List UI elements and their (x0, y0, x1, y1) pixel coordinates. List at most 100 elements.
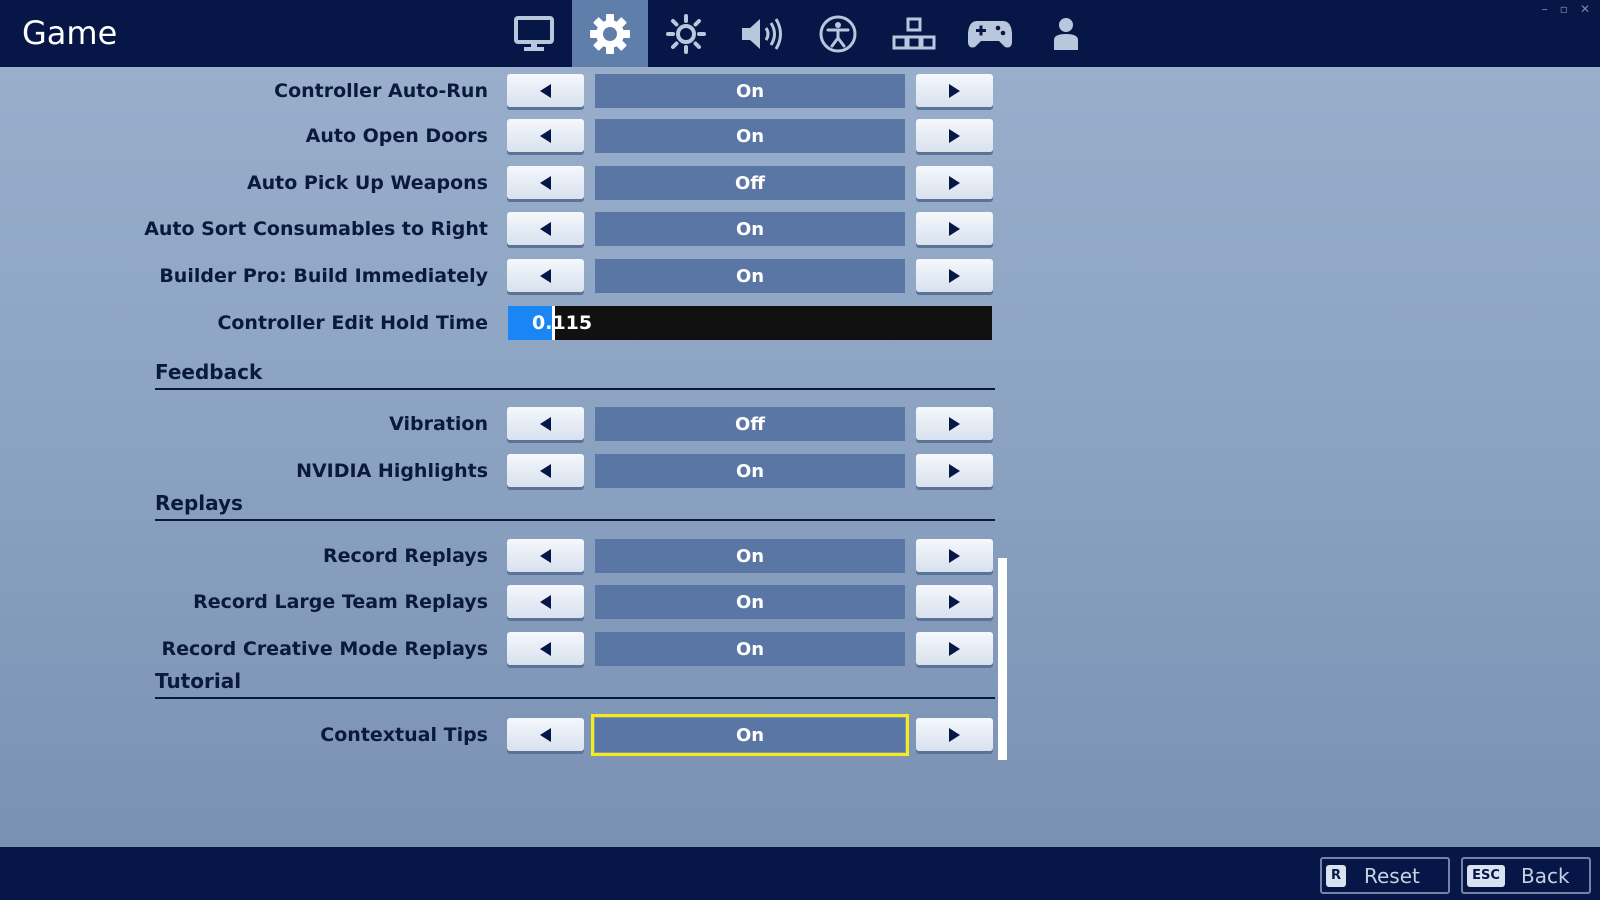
setting-label: Vibration (389, 413, 488, 435)
setting-label: Contextual Tips (320, 724, 488, 746)
next-option-button[interactable] (916, 407, 993, 440)
prev-option-button[interactable] (507, 585, 584, 618)
tab-accessibility[interactable] (800, 0, 876, 67)
tab-audio[interactable] (724, 0, 800, 67)
section-title: Replays (155, 491, 243, 515)
prev-option-button[interactable] (507, 632, 584, 665)
minimize-icon[interactable]: – (1542, 2, 1548, 16)
setting-label: Builder Pro: Build Immediately (159, 265, 488, 287)
next-option-button[interactable] (916, 632, 993, 665)
prev-option-button[interactable] (507, 119, 584, 152)
section-replays: Replays (155, 485, 995, 521)
next-option-button[interactable] (916, 119, 993, 152)
setting-auto-open-doors: Auto Open Doors On (0, 118, 1000, 154)
next-option-button[interactable] (916, 74, 993, 107)
bottom-bar: R Reset ESC Back (0, 847, 1600, 900)
setting-label: Controller Edit Hold Time (217, 312, 488, 334)
arrow-left-icon (540, 221, 551, 236)
setting-controller-auto-run: Controller Auto-Run On (0, 73, 1000, 109)
arrow-left-icon (540, 416, 551, 431)
arrow-left-icon (540, 594, 551, 609)
prev-option-button[interactable] (507, 718, 584, 751)
monitor-icon (514, 15, 554, 51)
tab-input[interactable] (876, 0, 952, 67)
tab-controller[interactable] (952, 0, 1028, 67)
slider-value: 0.115 (532, 312, 593, 334)
setting-value: On (595, 454, 905, 488)
setting-record-large-team-replays: Record Large Team Replays On (0, 584, 1000, 620)
settings-panel: Controller Auto-Run On Auto Open Doors O… (0, 67, 1600, 847)
arrow-right-icon (949, 641, 960, 656)
window-controls: – ▫ ✕ (1542, 2, 1590, 16)
next-option-button[interactable] (916, 539, 993, 572)
gear-icon (590, 13, 630, 54)
arrow-left-icon (540, 83, 551, 98)
setting-record-creative-replays: Record Creative Mode Replays On (0, 631, 1000, 667)
arrow-left-icon (540, 727, 551, 742)
setting-value: On (595, 119, 905, 153)
setting-contextual-tips: Contextual Tips On (0, 714, 1000, 756)
setting-value: On (595, 259, 905, 293)
tab-game[interactable] (572, 0, 648, 67)
section-feedback: Feedback (155, 354, 995, 390)
setting-record-replays: Record Replays On (0, 538, 1000, 574)
esc-key-icon: ESC (1467, 864, 1505, 887)
page-title: Game (22, 14, 118, 52)
prev-option-button[interactable] (507, 74, 584, 107)
prev-option-button[interactable] (507, 454, 584, 487)
setting-label: Auto Pick Up Weapons (246, 172, 488, 194)
next-option-button[interactable] (916, 166, 993, 199)
section-title: Tutorial (155, 669, 242, 693)
setting-nvidia-highlights: NVIDIA Highlights On (0, 453, 1000, 489)
setting-label: Auto Sort Consumables to Right (144, 218, 488, 240)
arrow-right-icon (949, 83, 960, 98)
next-option-button[interactable] (916, 259, 993, 292)
arrow-left-icon (540, 268, 551, 283)
prev-option-button[interactable] (507, 166, 584, 199)
setting-value: On (595, 74, 905, 108)
setting-label: Record Large Team Replays (193, 591, 488, 613)
tab-video[interactable] (496, 0, 572, 67)
setting-label: Record Replays (323, 545, 488, 567)
setting-value: On (595, 585, 905, 619)
prev-option-button[interactable] (507, 259, 584, 292)
tab-account[interactable] (1028, 0, 1104, 67)
reset-button[interactable]: R Reset (1320, 857, 1450, 894)
next-option-button[interactable] (916, 212, 993, 245)
setting-value: Off (595, 166, 905, 200)
setting-label: NVIDIA Highlights (296, 460, 488, 482)
setting-auto-sort-consumables: Auto Sort Consumables to Right On (0, 211, 1000, 247)
setting-value: On (595, 539, 905, 573)
tab-brightness[interactable] (648, 0, 724, 67)
arrow-left-icon (540, 548, 551, 563)
section-tutorial: Tutorial (155, 663, 995, 699)
scrollbar-thumb[interactable] (998, 558, 1007, 760)
brightness-icon (666, 13, 706, 54)
account-icon (1054, 17, 1078, 50)
arrow-left-icon (540, 128, 551, 143)
prev-option-button[interactable] (507, 212, 584, 245)
reset-key-icon: R (1326, 864, 1346, 887)
arrow-right-icon (949, 594, 960, 609)
input-layout-icon (892, 17, 936, 49)
next-option-button[interactable] (916, 585, 993, 618)
next-option-button[interactable] (916, 454, 993, 487)
prev-option-button[interactable] (507, 539, 584, 572)
setting-value-focused[interactable]: On (591, 714, 909, 756)
arrow-right-icon (949, 416, 960, 431)
prev-option-button[interactable] (507, 407, 584, 440)
setting-edit-hold-time: Controller Edit Hold Time 0.115 (0, 305, 1000, 341)
arrow-right-icon (949, 175, 960, 190)
setting-label: Record Creative Mode Replays (161, 638, 488, 660)
accessibility-icon (819, 15, 857, 52)
close-icon[interactable]: ✕ (1580, 2, 1590, 16)
edit-hold-time-slider[interactable]: 0.115 (508, 306, 992, 340)
settings-tabs (496, 0, 1104, 67)
back-button[interactable]: ESC Back (1461, 857, 1591, 894)
next-option-button[interactable] (916, 718, 993, 751)
arrow-right-icon (949, 221, 960, 236)
setting-value: On (595, 212, 905, 246)
restore-icon[interactable]: ▫ (1560, 2, 1568, 16)
arrow-right-icon (949, 128, 960, 143)
setting-label: Auto Open Doors (305, 125, 488, 147)
